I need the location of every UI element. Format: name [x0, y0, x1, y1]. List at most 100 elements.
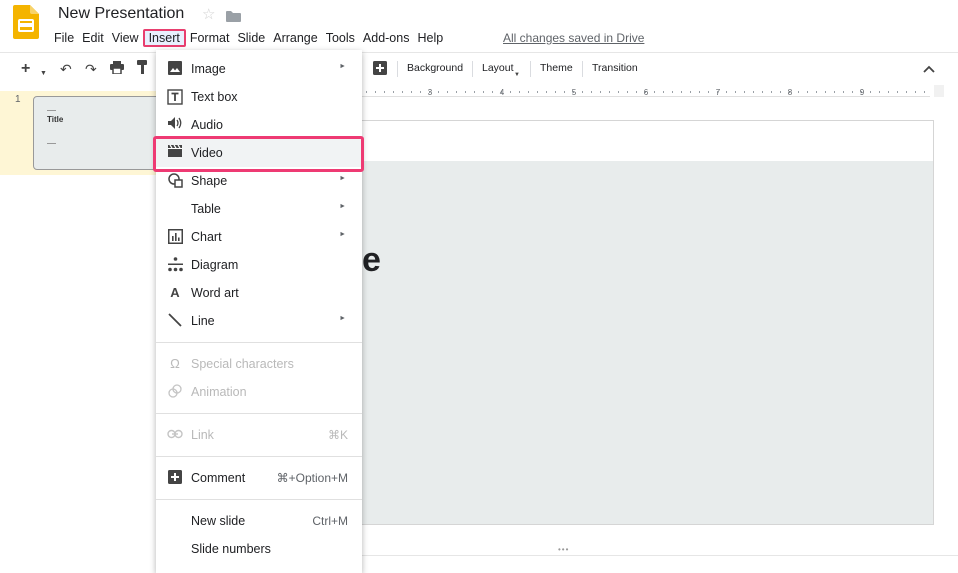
menu-label: Animation — [191, 385, 247, 399]
menu-label: Audio — [191, 118, 223, 132]
menu-format[interactable]: Format — [186, 29, 234, 47]
insert-text-box-item[interactable]: Text box — [156, 83, 362, 111]
folder-icon[interactable] — [226, 9, 241, 22]
ruler-tick — [753, 91, 754, 93]
ruler-tick — [735, 91, 736, 93]
toolbar: + ▼ ↶ ↷ Background Layout ▼ Theme Transi… — [0, 57, 958, 82]
chart-icon — [167, 229, 183, 245]
ruler-ticks: 3 4 5 6 7 8 9 — [366, 88, 925, 97]
menu-arrange[interactable]: Arrange — [269, 29, 321, 47]
notes-resize-handle[interactable]: ••• — [558, 545, 569, 554]
menu-label: Table — [191, 202, 221, 216]
insert-word-art-item[interactable]: A Word art — [156, 279, 362, 307]
menu-label: Diagram — [191, 258, 239, 272]
insert-diagram-item[interactable]: Diagram — [156, 251, 362, 279]
ruler-tick — [663, 91, 664, 93]
menu-file[interactable]: File — [50, 29, 78, 47]
theme-button[interactable]: Theme — [540, 62, 573, 74]
insert-new-slide-item[interactable]: New slide Ctrl+M — [156, 507, 362, 535]
menu-label: New slide — [191, 514, 246, 528]
audio-icon — [167, 117, 183, 133]
ruler-tick — [546, 91, 547, 93]
menu-label: Line — [191, 314, 215, 328]
ruler-tick — [384, 91, 385, 93]
menu-view[interactable]: View — [108, 29, 143, 47]
ruler-tick — [420, 91, 421, 93]
ruler-tick — [708, 91, 709, 93]
redo-icon[interactable]: ↷ — [85, 60, 97, 78]
insert-image-item[interactable]: Image ► — [156, 55, 362, 83]
menu-divider — [156, 342, 362, 343]
menu-shortcut: ⌘+Option+M — [276, 471, 348, 485]
ruler-tick — [447, 91, 448, 93]
insert-special-characters-item: Ω Special characters — [156, 350, 362, 378]
menu-slide[interactable]: Slide — [233, 29, 269, 47]
transition-button[interactable]: Transition — [592, 62, 638, 74]
ruler-tick — [627, 91, 628, 93]
layout-dropdown-icon[interactable]: ▼ — [514, 66, 520, 84]
menu-label: Shape — [191, 174, 228, 188]
ruler-tick — [924, 91, 925, 93]
ruler-tick — [375, 91, 376, 93]
ruler-label: 6 — [644, 88, 649, 97]
ruler-tick — [852, 91, 853, 93]
background-button[interactable]: Background — [407, 62, 463, 74]
ruler-tick — [690, 91, 691, 93]
menu-add-ons[interactable]: Add-ons — [359, 29, 414, 47]
thumb-placeholder-line — [47, 143, 56, 144]
insert-link-item: Link ⌘K — [156, 421, 362, 449]
menu-tools[interactable]: Tools — [322, 29, 359, 47]
undo-icon[interactable]: ↶ — [60, 60, 72, 78]
link-icon — [167, 427, 183, 443]
submenu-arrow-icon: ► — [339, 203, 346, 210]
menu-help[interactable]: Help — [413, 29, 447, 47]
paint-format-icon[interactable] — [137, 60, 148, 78]
collapse-toolbar-chevron-up-icon[interactable] — [923, 60, 935, 76]
menu-bar: File Edit View Insert Format Slide Arran… — [50, 29, 447, 47]
print-icon[interactable] — [110, 60, 124, 78]
ruler-label: 5 — [572, 88, 577, 97]
ruler-tick — [465, 91, 466, 93]
horizontal-ruler[interactable]: 3 4 5 6 7 8 9 — [362, 85, 930, 97]
insert-comment-icon[interactable] — [373, 61, 387, 79]
insert-chart-item[interactable]: Chart ► — [156, 223, 362, 251]
ruler-tick — [591, 91, 592, 93]
ruler-label: 4 — [500, 88, 505, 97]
ruler-tick — [834, 91, 835, 93]
presentation-title[interactable]: New Presentation — [58, 5, 184, 23]
menu-label: Slide numbers — [191, 542, 271, 556]
insert-animation-item: Animation — [156, 378, 362, 406]
insert-slide-numbers-item[interactable]: Slide numbers — [156, 535, 362, 563]
ruler-tick — [870, 91, 871, 93]
saved-status-link[interactable]: All changes saved in Drive — [503, 31, 644, 45]
ruler-tick — [897, 91, 898, 93]
image-icon — [167, 61, 183, 77]
ruler-tick — [582, 91, 583, 93]
layout-button[interactable]: Layout — [482, 62, 514, 74]
slide-title-text[interactable]: e — [362, 241, 381, 280]
submenu-arrow-icon: ► — [339, 315, 346, 322]
menu-label: Text box — [191, 90, 238, 104]
menu-insert[interactable]: Insert — [142, 29, 186, 47]
menu-label: Image — [191, 62, 226, 76]
star-icon[interactable]: ☆ — [202, 5, 215, 23]
insert-audio-item[interactable]: Audio — [156, 111, 362, 139]
insert-comment-item[interactable]: Comment ⌘+Option+M — [156, 464, 362, 492]
ruler-tick — [906, 91, 907, 93]
ruler-label: 8 — [788, 88, 793, 97]
slides-logo-icon[interactable] — [13, 5, 39, 39]
new-slide-dropdown-icon[interactable]: ▼ — [40, 65, 47, 83]
new-slide-plus-icon[interactable]: + — [21, 60, 30, 78]
video-highlight-box — [153, 136, 364, 172]
menu-divider — [156, 456, 362, 457]
insert-line-item[interactable]: Line ► — [156, 307, 362, 335]
ruler-tick — [636, 91, 637, 93]
ruler-tick — [915, 91, 916, 93]
insert-table-item[interactable]: Table ► — [156, 195, 362, 223]
menu-edit[interactable]: Edit — [78, 29, 108, 47]
omega-icon: Ω — [170, 356, 180, 371]
slide-thumbnail[interactable]: Title — [33, 96, 163, 170]
toolbar-separator — [472, 61, 473, 77]
submenu-arrow-icon: ► — [339, 175, 346, 182]
slide-canvas[interactable] — [362, 120, 934, 525]
